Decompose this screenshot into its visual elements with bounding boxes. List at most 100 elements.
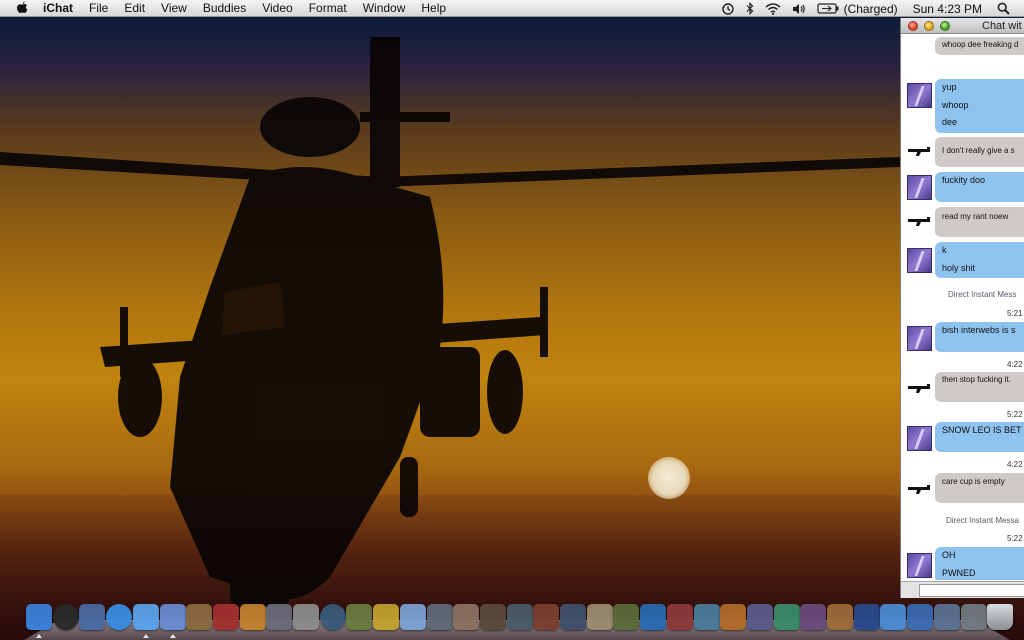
menu-video[interactable]: Video xyxy=(262,0,292,17)
desktop-wallpaper xyxy=(0,17,1024,640)
message-bubble: read my rant noew xyxy=(935,207,1024,237)
dock-icon-game[interactable] xyxy=(853,604,880,630)
message-timestamp: 4:22 xyxy=(1007,460,1023,469)
message-bubble: then stop fucking it. xyxy=(935,372,1024,402)
menu-bar: iChat File Edit View Buddies Video Forma… xyxy=(0,0,1024,17)
dock-icons xyxy=(24,604,1014,638)
spotlight-icon[interactable] xyxy=(997,2,1010,15)
message-text: whoop xyxy=(942,99,969,110)
message-bubble: bish interwebs is s xyxy=(935,322,1024,352)
menu-buddies[interactable]: Buddies xyxy=(203,0,246,17)
dock-icon-game[interactable] xyxy=(720,604,747,630)
dock-icon-game[interactable] xyxy=(426,604,453,630)
message-text: SNOW LEO IS BET xyxy=(942,425,1022,435)
dock-icon-safari[interactable] xyxy=(106,604,133,630)
dock-icon-game[interactable] xyxy=(640,604,667,630)
dock-icon-itunes[interactable] xyxy=(159,604,186,630)
dock-icon-game[interactable] xyxy=(880,604,907,630)
ichat-titlebar[interactable]: Chat wit xyxy=(901,18,1024,34)
menu-help[interactable]: Help xyxy=(421,0,446,17)
clock[interactable]: Sun 4:23 PM xyxy=(913,2,982,16)
menu-view[interactable]: View xyxy=(161,0,187,17)
message-text: PWNED xyxy=(942,567,976,578)
bluetooth-icon[interactable] xyxy=(746,2,754,15)
dock-icon-game[interactable] xyxy=(346,604,373,630)
dock-icon-dashboard[interactable] xyxy=(52,604,79,630)
dock-icon-ichat[interactable] xyxy=(132,604,159,630)
dock-running-indicator xyxy=(36,634,42,638)
message-text: k xyxy=(942,245,947,255)
dock-icon-game[interactable] xyxy=(453,604,480,630)
message-timestamp: 5:22 xyxy=(1007,410,1023,419)
buddy-avatar xyxy=(907,553,932,578)
dock-icon-game[interactable] xyxy=(533,604,560,630)
message-input-area xyxy=(901,581,1024,598)
message-text: then stop fucking it. xyxy=(942,375,1011,384)
message-text: whoop dee freaking d xyxy=(942,40,1019,49)
dock-icon-photo-booth[interactable] xyxy=(266,604,293,630)
message-text: yup xyxy=(942,82,957,92)
menu-file[interactable]: File xyxy=(89,0,108,17)
dock-icon-finder[interactable] xyxy=(26,604,52,630)
battery-status: (Charged) xyxy=(843,1,898,16)
dock-icon-game[interactable] xyxy=(827,604,853,630)
menu-edit[interactable]: Edit xyxy=(124,0,145,17)
message-text: dee xyxy=(942,117,958,127)
dock-icon-garageband[interactable] xyxy=(239,604,266,630)
buddy-avatar xyxy=(907,248,932,273)
buddy-avatar xyxy=(907,326,932,351)
message-bubble: whoop dee freaking d xyxy=(935,37,1024,55)
dock-icon-game[interactable] xyxy=(373,604,400,630)
dock-icon-imovie[interactable] xyxy=(212,604,239,630)
chat-status-note: Direct Instant Messa xyxy=(946,516,1019,525)
message-timestamp: 5:22 xyxy=(1007,534,1023,543)
menu-format[interactable]: Format xyxy=(309,0,347,17)
gun-avatar-icon xyxy=(907,209,932,234)
zoom-button[interactable] xyxy=(940,21,950,31)
message-text: bish interwebs is s xyxy=(942,325,1016,335)
dock-icon-game[interactable] xyxy=(773,604,800,630)
dock-icon-trash[interactable] xyxy=(987,604,1014,630)
dock-icon-game[interactable] xyxy=(746,604,773,630)
dock-icon-game[interactable] xyxy=(506,604,533,630)
window-title: Chat wit xyxy=(982,20,1022,32)
dock-running-indicator xyxy=(142,634,149,638)
message-bubble: OH PWNED xyxy=(935,547,1024,580)
dock-icon-iphoto[interactable] xyxy=(186,604,213,630)
dock-icon-game[interactable] xyxy=(800,604,827,630)
menu-window[interactable]: Window xyxy=(363,0,406,17)
message-timestamp: 5:21 xyxy=(1007,309,1023,318)
dock-icon-game[interactable] xyxy=(613,604,640,630)
menu-app-ichat[interactable]: iChat xyxy=(43,0,73,17)
close-button[interactable] xyxy=(908,21,918,31)
message-text: I don't really give a s xyxy=(942,146,1015,155)
message-timestamp: 4:22 xyxy=(1007,360,1023,369)
chat-status-note: Direct Instant Mess xyxy=(948,290,1017,299)
minimize-button[interactable] xyxy=(924,21,934,31)
dock-icon-game[interactable] xyxy=(586,604,613,630)
apple-icon[interactable] xyxy=(16,1,30,15)
message-input[interactable] xyxy=(919,584,1024,597)
dock-icon-system-preferences[interactable] xyxy=(293,604,319,630)
dock-icon-mail[interactable] xyxy=(399,604,426,630)
dock-icon-downloads[interactable] xyxy=(907,604,934,630)
wifi-icon[interactable] xyxy=(765,2,781,15)
dock-icon-game[interactable] xyxy=(479,604,506,630)
dock-icon-applications[interactable] xyxy=(960,604,987,630)
dock-icon-game[interactable] xyxy=(666,604,693,630)
chat-transcript[interactable]: whoop dee freaking d yup whoop dee I don… xyxy=(901,35,1024,580)
gun-avatar-icon xyxy=(907,139,932,164)
message-text: holy shit xyxy=(942,262,976,273)
message-text: care cup is empty xyxy=(942,477,1005,486)
ichat-window: Chat wit whoop dee freaking d yup whoop … xyxy=(900,18,1024,598)
volume-icon[interactable] xyxy=(792,3,806,15)
dock-icon-documents[interactable] xyxy=(933,604,960,630)
message-bubble: k holy shit xyxy=(935,242,1024,278)
message-text: OH xyxy=(942,550,956,560)
dock-icon-time-machine[interactable] xyxy=(319,604,346,630)
battery-icon[interactable] xyxy=(816,3,839,14)
dock-icon-preview[interactable] xyxy=(79,604,106,630)
time-machine-icon[interactable] xyxy=(721,2,735,16)
dock-icon-game[interactable] xyxy=(560,604,586,630)
dock-icon-game[interactable] xyxy=(693,604,720,630)
